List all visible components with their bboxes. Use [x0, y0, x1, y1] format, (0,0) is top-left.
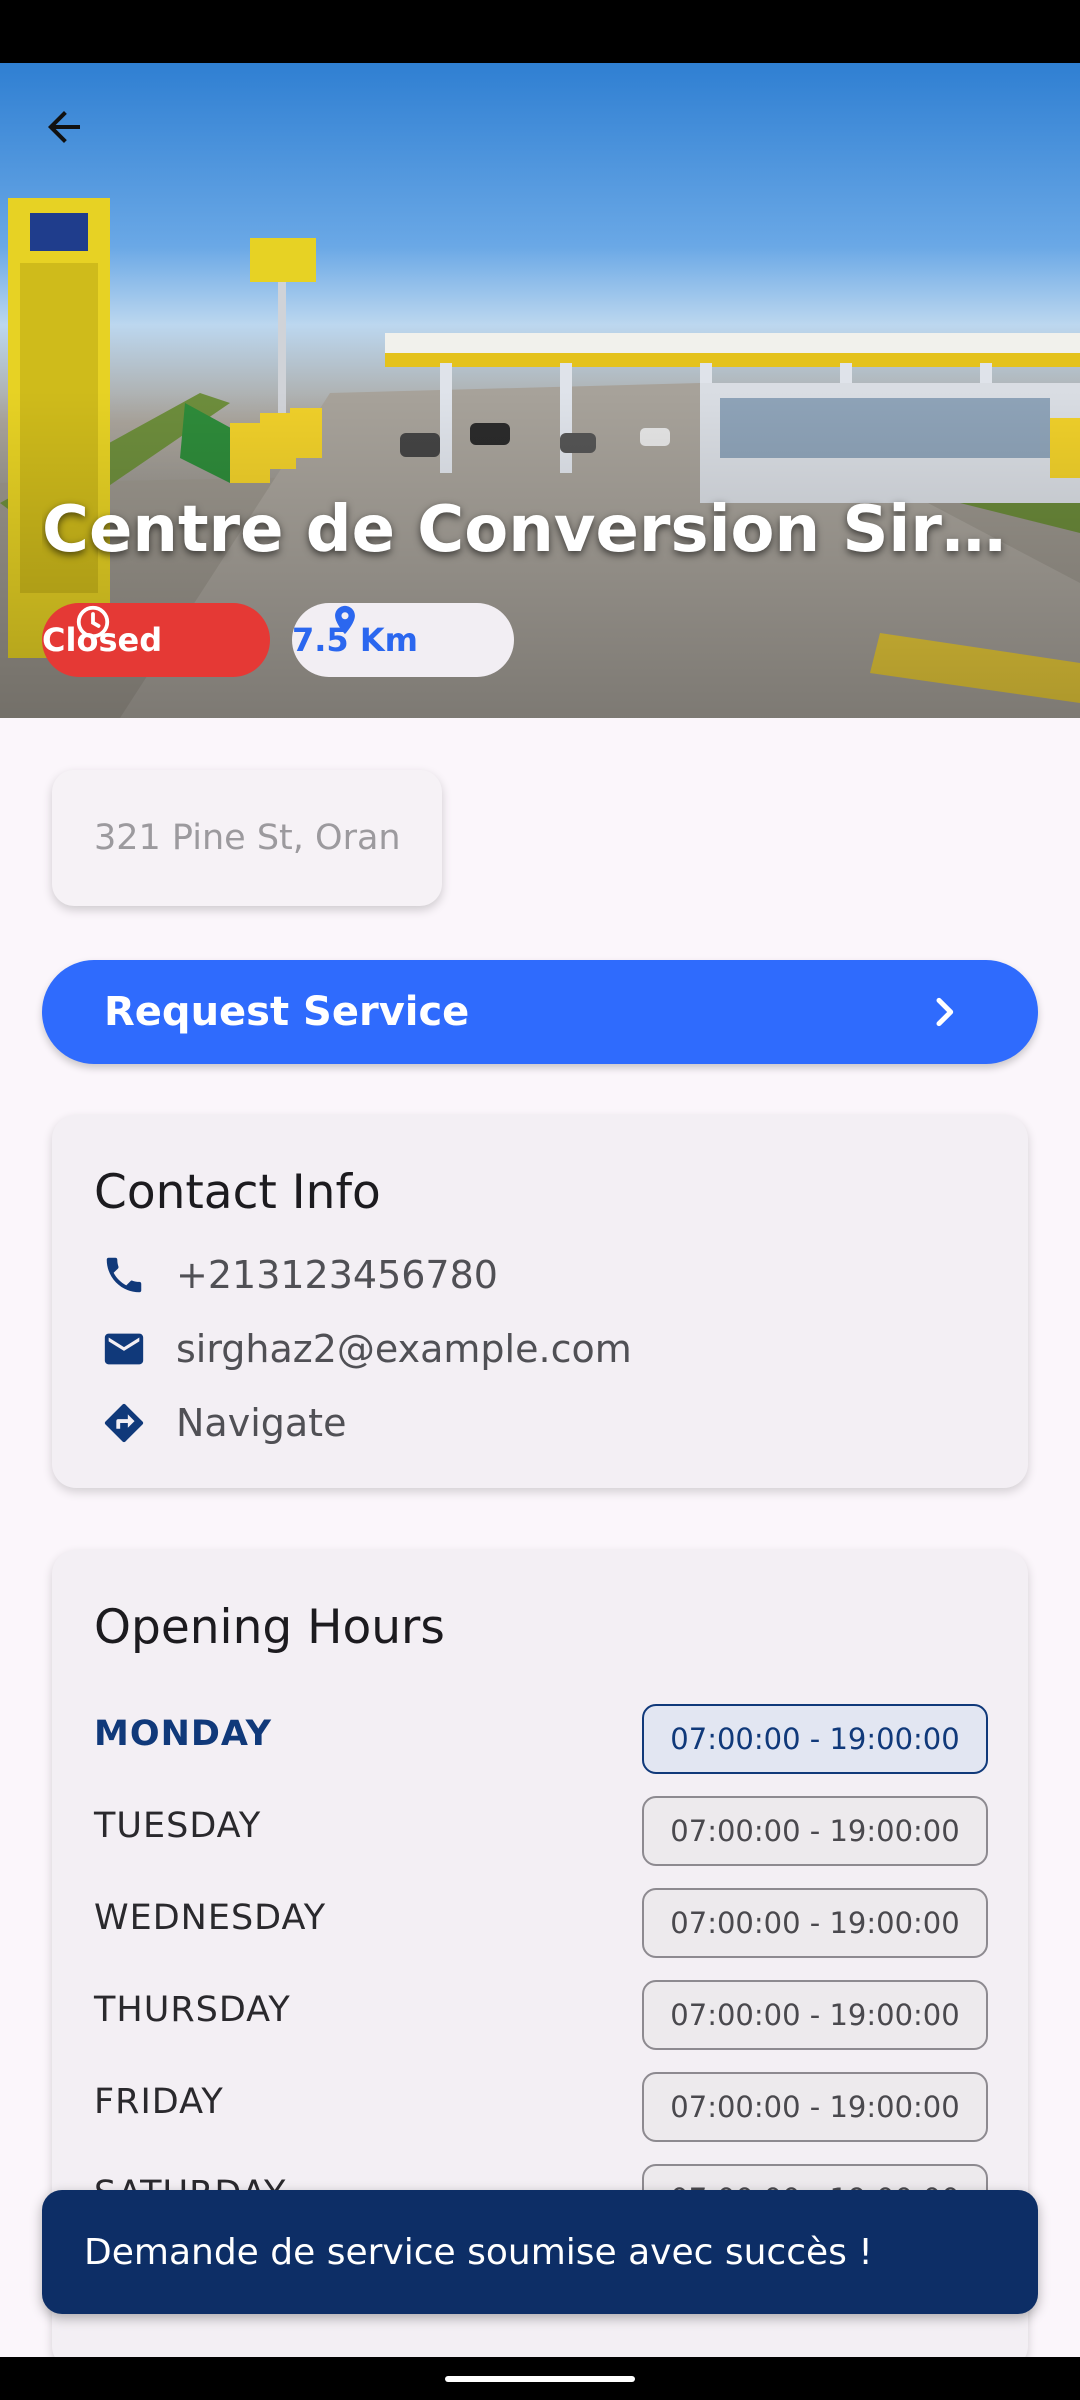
arrow-back-icon [48, 111, 80, 143]
hours-row-monday: MONDAY 07:00:00 - 19:00:00 [94, 1704, 988, 1774]
day-label: THURSDAY [94, 1990, 291, 2030]
hours-value: 07:00:00 - 19:00:00 [642, 1888, 988, 1958]
success-snackbar: Demande de service soumise avec succès ! [42, 2190, 1038, 2314]
request-service-button[interactable]: Request Service [42, 960, 1038, 1064]
navigate-label: Navigate [176, 1401, 347, 1445]
hours-row-wednesday: WEDNESDAY 07:00:00 - 19:00:00 [94, 1888, 988, 1958]
day-label: WEDNESDAY [94, 1898, 327, 1938]
phone-row[interactable]: +213123456780 [94, 1245, 498, 1305]
navigate-row[interactable]: Navigate [94, 1393, 346, 1453]
hours-value: 07:00:00 - 19:00:00 [642, 1980, 988, 2050]
hours-value: 07:00:00 - 19:00:00 [642, 1704, 988, 1774]
hours-value: 07:00:00 - 19:00:00 [642, 1796, 988, 1866]
mail-icon [104, 1333, 144, 1365]
hours-value: 07:00:00 - 19:00:00 [642, 2072, 988, 2142]
clock-icon [76, 605, 110, 639]
back-button[interactable] [40, 103, 112, 175]
hours-row-tuesday: TUESDAY 07:00:00 - 19:00:00 [94, 1796, 988, 1866]
home-indicator[interactable] [445, 2376, 635, 2382]
day-label: TUESDAY [94, 1806, 262, 1846]
hours-row-friday: FRIDAY 07:00:00 - 19:00:00 [94, 2072, 988, 2142]
location-pin-icon [335, 605, 355, 635]
snackbar-message: Demande de service soumise avec succès ! [84, 2231, 873, 2273]
day-label: FRIDAY [94, 2082, 224, 2122]
status-badge: Closed [42, 603, 270, 677]
phone-icon [106, 1257, 142, 1293]
request-service-label: Request Service [104, 989, 470, 1035]
station-name: Centre de Conversion Sirghaz... [42, 493, 1042, 567]
day-label: MONDAY [94, 1714, 273, 1754]
phone-number: +213123456780 [176, 1253, 498, 1297]
email-row[interactable]: sirghaz2@example.com [94, 1319, 632, 1379]
directions-icon [104, 1403, 144, 1443]
email-address: sirghaz2@example.com [176, 1327, 632, 1371]
contact-info-title: Contact Info [94, 1165, 381, 1220]
status-bar [0, 0, 1080, 63]
contact-info-card: Contact Info +213123456780 sirghaz2@exam… [52, 1115, 1028, 1488]
hours-row-thursday: THURSDAY 07:00:00 - 19:00:00 [94, 1980, 988, 2050]
distance-badge: 7.5 Km [292, 603, 514, 677]
system-nav-bar [0, 2357, 1080, 2400]
address-text: 321 Pine St, Oran [94, 818, 401, 858]
opening-hours-title: Opening Hours [94, 1600, 445, 1655]
chevron-right-icon [936, 997, 954, 1027]
station-hero-image: Centre de Conversion Sirghaz... Closed 7… [0, 63, 1080, 718]
address-card: 321 Pine St, Oran [52, 770, 442, 906]
